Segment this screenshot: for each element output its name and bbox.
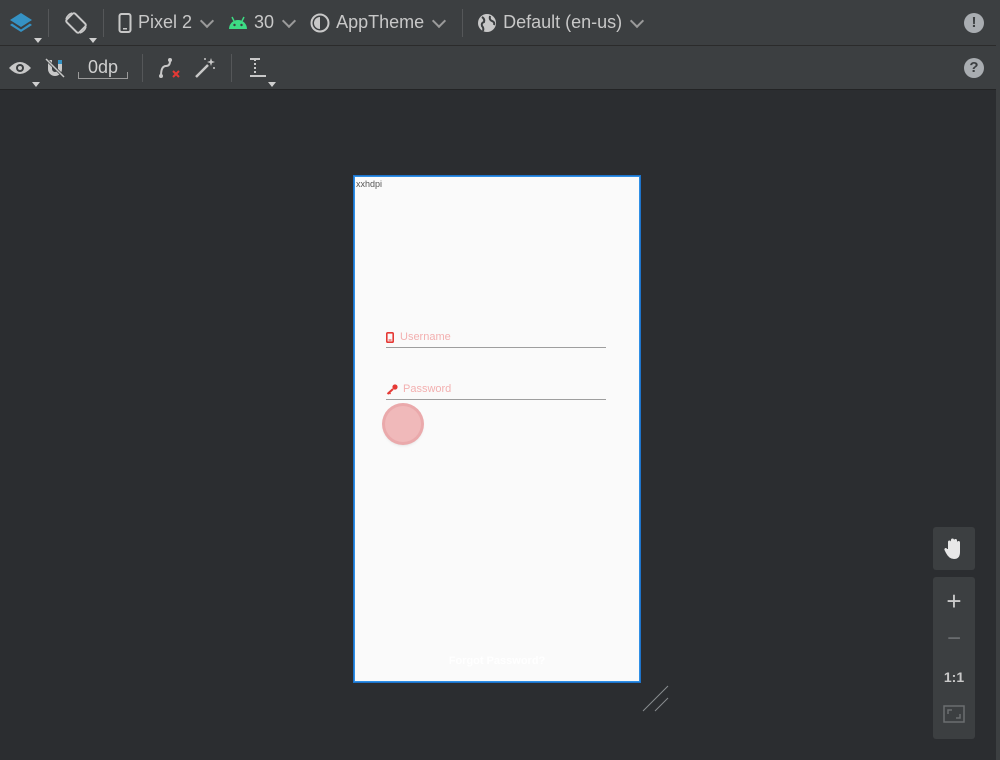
phone-icon bbox=[386, 332, 394, 343]
phone-icon bbox=[118, 12, 132, 33]
orientation-icon bbox=[65, 11, 87, 34]
design-toolbar: Pixel 2 30 AppTheme Default (en-us) ! bbox=[0, 0, 996, 46]
chevron-down-icon bbox=[281, 13, 297, 28]
autoconnect-button[interactable] bbox=[38, 46, 72, 89]
password-hint: Password bbox=[403, 383, 452, 395]
chevron-down-icon bbox=[432, 13, 447, 28]
infer-constraints-icon bbox=[195, 57, 216, 78]
right-edge bbox=[996, 0, 1000, 760]
pan-hand-icon[interactable] bbox=[943, 537, 965, 561]
guidelines-button[interactable] bbox=[240, 46, 277, 89]
device-label: Pixel 2 bbox=[138, 12, 193, 32]
fit-screen-icon bbox=[943, 705, 965, 723]
zoom-to-fit-button[interactable] bbox=[939, 699, 969, 729]
density-label: xxhdpi bbox=[356, 179, 383, 189]
login-fab[interactable] bbox=[385, 406, 421, 442]
clear-constraints-icon bbox=[159, 57, 180, 78]
android-icon bbox=[229, 16, 248, 29]
locale-selector[interactable]: Default (en-us) bbox=[471, 0, 652, 45]
forgot-password-link[interactable]: Forgot Password? bbox=[355, 655, 639, 667]
theme-selector[interactable]: AppTheme bbox=[304, 0, 454, 45]
pan-panel bbox=[933, 527, 975, 570]
orientation-button[interactable] bbox=[57, 0, 97, 45]
api-level-selector[interactable]: 30 bbox=[222, 0, 304, 45]
chevron-down-icon bbox=[199, 13, 215, 28]
help-icon[interactable]: ? bbox=[964, 57, 984, 78]
password-field[interactable]: Password bbox=[386, 381, 606, 400]
theme-label: AppTheme bbox=[336, 12, 425, 32]
margin-value: 0dp bbox=[78, 56, 129, 79]
device-selector[interactable]: Pixel 2 bbox=[112, 0, 222, 45]
constraint-toolbar: 0dp ? bbox=[0, 46, 996, 90]
eye-icon bbox=[9, 61, 31, 74]
layers-icon bbox=[10, 12, 32, 32]
guidelines-icon bbox=[250, 57, 267, 77]
infer-constraints-button[interactable] bbox=[187, 46, 223, 89]
api-level-label: 30 bbox=[254, 12, 275, 32]
username-hint: Username bbox=[400, 331, 451, 343]
locale-label: Default (en-us) bbox=[503, 12, 623, 32]
view-options-button[interactable] bbox=[0, 46, 40, 89]
default-margin-selector[interactable]: 0dp bbox=[72, 46, 134, 89]
chevron-down-icon bbox=[630, 13, 645, 28]
key-icon bbox=[386, 384, 398, 395]
theme-icon bbox=[310, 13, 330, 32]
zoom-panel: + − 1:1 bbox=[933, 577, 975, 739]
globe-icon bbox=[478, 13, 497, 32]
resize-handle-icon[interactable] bbox=[640, 684, 672, 714]
username-field[interactable]: Username bbox=[386, 329, 606, 348]
magnet-icon bbox=[44, 57, 66, 78]
layers-button[interactable] bbox=[0, 0, 42, 45]
clear-constraints-button[interactable] bbox=[151, 46, 187, 89]
zoom-actual-size-button[interactable]: 1:1 bbox=[939, 662, 969, 692]
zoom-in-button[interactable]: + bbox=[939, 586, 969, 617]
zoom-out-button[interactable]: − bbox=[939, 624, 969, 654]
device-preview[interactable]: xxhdpi Username Password Forgot Password… bbox=[354, 176, 640, 682]
warning-icon[interactable]: ! bbox=[964, 12, 984, 33]
